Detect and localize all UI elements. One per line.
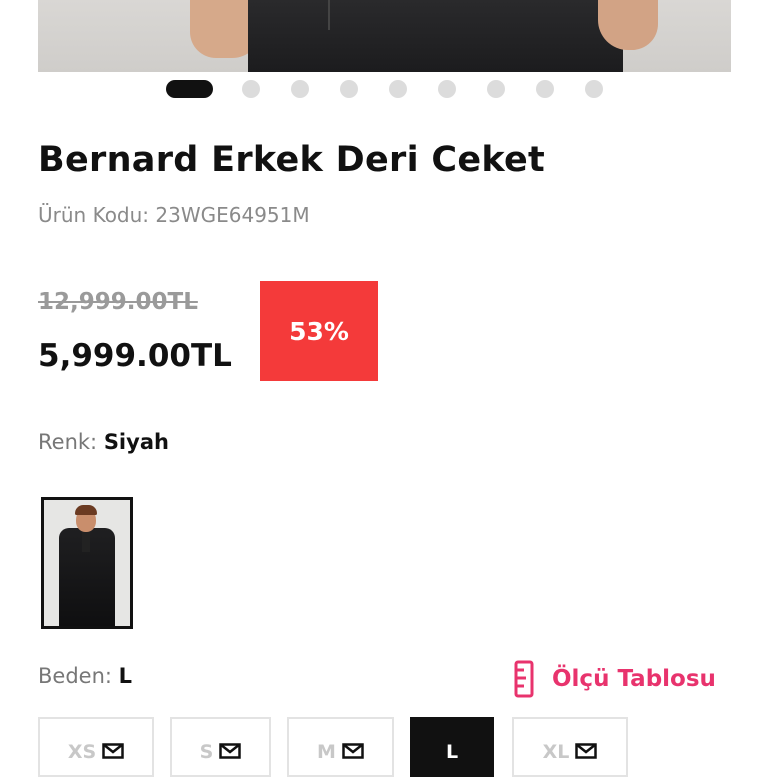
color-label: Renk: bbox=[38, 430, 98, 454]
swatch-shirt bbox=[82, 532, 90, 552]
size-option-label: XL bbox=[542, 741, 570, 763]
size-option-s[interactable]: S bbox=[170, 717, 271, 777]
size-option-label: M bbox=[317, 741, 336, 763]
carousel-dot[interactable] bbox=[340, 80, 358, 98]
carousel-dot[interactable] bbox=[242, 80, 260, 98]
product-image-carousel[interactable] bbox=[38, 0, 731, 72]
mail-icon bbox=[219, 743, 242, 759]
carousel-dot[interactable] bbox=[585, 80, 603, 98]
sale-price: 5,999.00TL bbox=[38, 338, 232, 374]
original-price: 12,999.00TL bbox=[38, 289, 198, 315]
size-option-m[interactable]: M bbox=[287, 717, 394, 777]
size-option-label: XS bbox=[67, 741, 97, 763]
size-label: Beden: bbox=[38, 664, 112, 688]
size-chart-label: Ölçü Tablosu bbox=[552, 666, 716, 692]
product-photo bbox=[248, 0, 623, 72]
mail-icon bbox=[342, 743, 364, 759]
size-option-l[interactable]: L bbox=[410, 717, 494, 777]
size-option-label: L bbox=[445, 741, 459, 763]
size-option-label: S bbox=[199, 741, 214, 763]
carousel-dot[interactable] bbox=[438, 80, 456, 98]
color-value: Siyah bbox=[103, 430, 169, 454]
mail-icon bbox=[102, 743, 124, 759]
carousel-dot[interactable] bbox=[487, 80, 505, 98]
size-option-xs[interactable]: XS bbox=[38, 717, 154, 777]
carousel-dot[interactable] bbox=[389, 80, 407, 98]
product-code: Ürün Kodu: 23WGE64951M bbox=[38, 203, 310, 227]
color-swatch-siyah[interactable] bbox=[41, 497, 133, 629]
swatch-model-hair bbox=[75, 505, 97, 515]
product-title: Bernard Erkek Deri Ceket bbox=[38, 140, 546, 180]
color-selection: Renk: Siyah bbox=[38, 430, 169, 454]
mail-icon bbox=[575, 743, 598, 759]
size-chart-link[interactable]: Ölçü Tablosu bbox=[514, 659, 716, 699]
size-option-xl[interactable]: XL bbox=[512, 717, 628, 777]
carousel-dot[interactable] bbox=[291, 80, 309, 98]
size-selection: Beden: L bbox=[38, 664, 132, 688]
carousel-pagination bbox=[166, 80, 634, 98]
discount-badge: 53% bbox=[260, 281, 378, 381]
ruler-icon bbox=[514, 660, 534, 698]
carousel-dot-active[interactable] bbox=[166, 80, 213, 98]
size-value: L bbox=[118, 664, 133, 688]
carousel-dot[interactable] bbox=[536, 80, 554, 98]
size-options: XS S M L XL bbox=[0, 717, 768, 777]
